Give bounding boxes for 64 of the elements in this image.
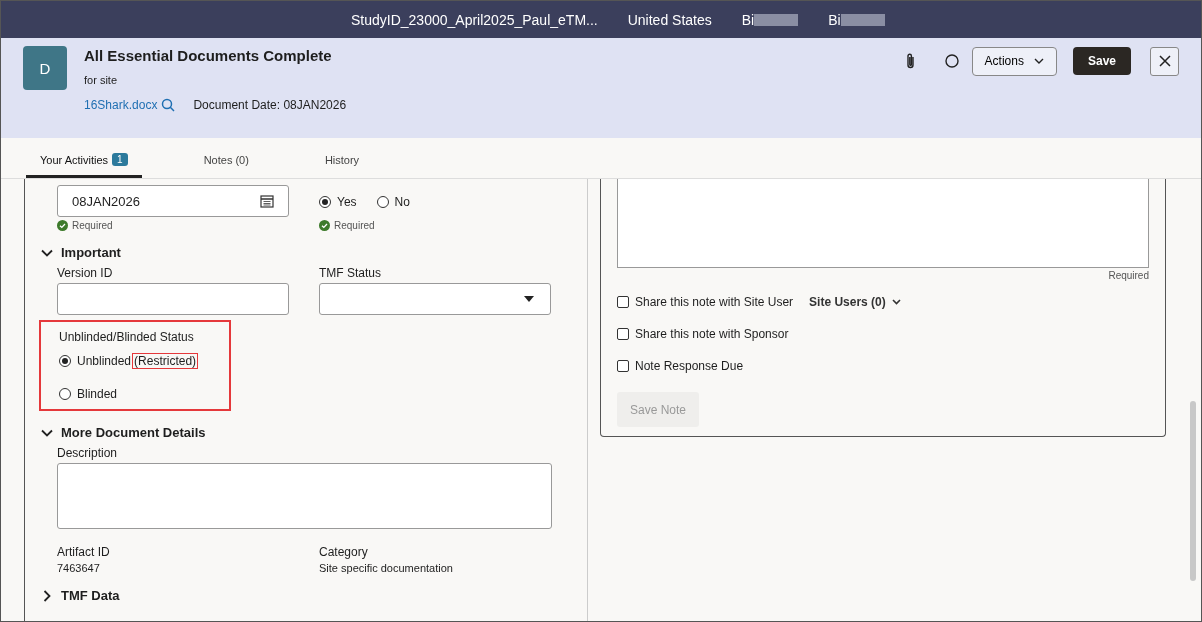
tab[interactable]: Notes (0) [189,144,263,178]
section-header[interactable]: Important [41,245,587,260]
select-field[interactable] [319,283,551,315]
tab[interactable]: History [310,144,374,178]
checkbox[interactable] [617,360,629,372]
section-header[interactable]: TMF Data [41,588,587,603]
redaction-block [840,13,885,26]
radio-label: No [394,195,410,209]
field-value: Site specific documentation [319,562,454,574]
field-label: Artifact ID [57,545,111,559]
field-label: Category [319,545,369,559]
dropdown-icon [524,296,534,302]
calendar-icon[interactable] [260,194,274,208]
scrollbar-thumb[interactable] [1190,401,1196,581]
document-title: All Essential Documents Complete [84,47,333,64]
radio-label: Blinded [77,387,118,401]
section-title: TMF Data [61,588,120,603]
section-header[interactable]: More Document Details [41,425,587,440]
checkbox-label: Note Response Due [635,359,744,373]
document-avatar: D [23,46,67,90]
radio-button[interactable] [59,388,71,400]
radio-button[interactable] [59,355,71,367]
hint-text: Required [72,220,113,231]
document-subtitle: for site [84,74,118,86]
chevron-icon [891,299,901,305]
caret-icon [1033,58,1044,64]
field-label: Version ID [57,266,114,280]
close-button[interactable] [1150,46,1179,76]
save-button[interactable]: Save [1072,47,1131,75]
radio-button[interactable] [376,196,389,208]
site-users-dropdown[interactable]: Site Users (0) [809,295,901,309]
checkbox[interactable] [617,328,629,340]
redaction-block [754,13,799,26]
date-field[interactable]: 08JAN2026 [57,185,289,217]
close-icon [1158,55,1171,67]
section-title: More Document Details [61,425,206,440]
checkbox-label: Share this note with Site User [635,295,794,309]
check-circle-icon [57,220,68,231]
hint-text: Required [1107,270,1149,281]
actions-button[interactable]: Actions [971,46,1057,76]
count-badge: 1 [112,153,128,166]
checkbox-label: Share this note with Sponsor [635,327,789,341]
radio-button[interactable] [319,196,331,208]
search-icon[interactable] [161,98,176,112]
user-name: Bi [828,11,841,28]
radio-label: Unblinded [77,354,132,368]
check-circle-icon [319,220,330,231]
field-label: Unblinded/Blinded Status [59,330,195,344]
field-value: 7463647 [57,562,101,574]
user-name: Bi [741,11,755,28]
circle-icon[interactable] [943,53,960,69]
section-title: Important [61,245,121,260]
radio-label: Yes [337,195,357,209]
country-name: United States [627,11,712,28]
field-label: TMF Status [319,266,382,280]
field-label: Description [57,446,119,460]
checkbox[interactable] [617,296,629,308]
document-date: Document Date: 08JAN2026 [193,98,347,112]
description-field[interactable] [57,463,552,529]
study-name: StudyID_23000_April2025_Paul_eTM... [351,11,598,28]
hint-text: Required [334,220,375,231]
file-link[interactable]: 16Shark.docx [84,98,158,112]
restricted-note: (Restricted) [132,353,199,369]
input-field[interactable] [57,283,289,315]
